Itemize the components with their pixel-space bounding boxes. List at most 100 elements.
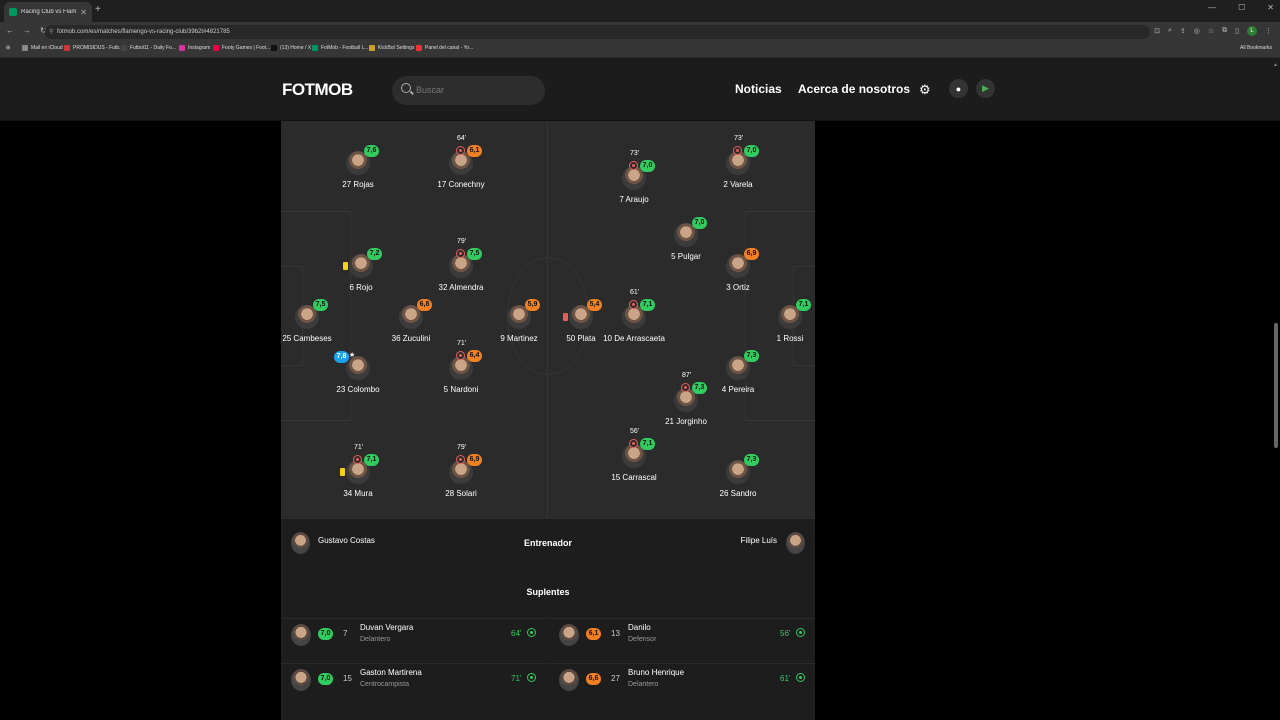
shirt-number: 15: [343, 674, 352, 683]
maximize-icon[interactable]: ☐: [1238, 3, 1245, 12]
apps-icon[interactable]: ⊞: [6, 45, 10, 51]
rating-badge: 6,1: [586, 628, 601, 640]
bench-row[interactable]: 7,0 15 Gaston Martirena Centrocampista 7…: [281, 663, 547, 697]
extension-icon[interactable]: ◎: [1194, 27, 1200, 35]
rating-badge: 7,1: [796, 299, 811, 311]
bench-row[interactable]: 6,1 13 Danilo Defensor 56': [549, 618, 815, 652]
rating-badge: 7,1: [640, 299, 655, 311]
search-input[interactable]: [416, 82, 536, 98]
player-position: Centrocampista: [360, 681, 410, 688]
profile-avatar[interactable]: L: [1247, 26, 1257, 36]
gear-icon[interactable]: ⚙: [919, 82, 931, 98]
lineup-details: Gustavo Costas Entrenador Filipe Luís Su…: [281, 519, 815, 720]
sub-off-icon: [629, 439, 638, 448]
bookmark-favicon-icon: [64, 45, 70, 51]
sub-off-icon: [456, 146, 465, 155]
nav-news[interactable]: Noticias: [735, 82, 782, 96]
close-window-icon[interactable]: ✕: [1267, 3, 1274, 12]
player-name: 5 Nardoni: [443, 385, 479, 394]
kickbot-icon: [369, 45, 375, 51]
scroll-up-icon[interactable]: ▲: [1273, 62, 1278, 68]
bookmark-item[interactable]: Futbol11 - Daily Fo...: [121, 45, 176, 51]
back-icon[interactable]: ←: [6, 26, 14, 35]
install-icon[interactable]: ⊡: [1154, 27, 1160, 35]
browser-tab[interactable]: Racing Club vs Flamengo - resul ✕: [4, 2, 92, 22]
player-name: 23 Colombo: [336, 385, 380, 394]
rating-badge: 7,0: [318, 628, 333, 640]
coach-section-title: Entrenador: [523, 538, 572, 548]
shirt-number: 27: [611, 674, 620, 683]
bench-row[interactable]: 7,0 7 Duvan Vergara Delantero 64': [281, 618, 547, 652]
nav-buttons: ← → ↻: [6, 26, 47, 35]
bookmark-item[interactable]: Instagram: [179, 45, 210, 51]
rating-badge: 7,3: [692, 382, 707, 394]
bookmark-item[interactable]: Footy Games | Foot...: [213, 45, 270, 51]
player-name: 10 De Arrascaeta: [603, 334, 665, 343]
zoom-icon[interactable]: ⌕: [1168, 27, 1172, 35]
sub-minute: 87': [682, 372, 692, 379]
sub-minute: 61': [780, 674, 791, 683]
forward-icon[interactable]: →: [23, 26, 31, 35]
bookmark-favicon-icon: [22, 45, 28, 51]
google-play-icon[interactable]: ▶: [976, 79, 995, 98]
bookmark-item[interactable]: KickBot Settings: [369, 45, 414, 51]
sub-in-icon: [527, 628, 536, 637]
sub-off-icon: [456, 249, 465, 258]
tab-title: Racing Club vs Flamengo - resul: [21, 9, 77, 15]
player-name: 21 Jorginho: [665, 417, 707, 426]
share-icon[interactable]: ⇪: [1180, 27, 1186, 35]
all-bookmarks[interactable]: All Bookmarks: [1240, 45, 1272, 51]
bookmark-item[interactable]: Panel del canal - Yo...: [416, 45, 473, 51]
bookmark-star-icon[interactable]: ☆: [1208, 27, 1214, 35]
rating-badge: 7,8: [334, 351, 349, 363]
menu-icon[interactable]: ⋮: [1265, 27, 1272, 35]
webpage: FOTMOB Noticias Acerca de nosotros ⚙ ● ▶…: [0, 58, 1280, 720]
minimize-icon[interactable]: —: [1208, 3, 1216, 12]
player-name: 34 Mura: [343, 489, 373, 498]
rating-badge: 7,0: [318, 673, 333, 685]
player-position: Defensor: [628, 636, 657, 643]
window-controls: — ☐ ✕: [1208, 3, 1274, 12]
star-icon: ★: [349, 352, 356, 359]
fotmob-favicon-icon: [9, 8, 17, 16]
site-header: FOTMOB Noticias Acerca de nosotros ⚙ ● ▶…: [0, 58, 1280, 121]
player-position: Delantero: [360, 636, 391, 643]
close-tab-icon[interactable]: ✕: [80, 8, 87, 17]
player-name: 1 Rossi: [776, 334, 804, 343]
bookmark-item[interactable]: FotMob - Football L...: [312, 45, 369, 51]
bookmark-item[interactable]: PROMISIDUS - Futb...: [64, 45, 123, 51]
rating-badge: 7,1: [364, 454, 379, 466]
coach-name-away[interactable]: Filipe Luís: [741, 536, 777, 545]
page-scrollbar[interactable]: [1274, 323, 1278, 448]
fotmob-logo[interactable]: FOTMOB: [282, 80, 353, 100]
rating-badge: 6,4: [467, 350, 482, 362]
extensions-puzzle-icon[interactable]: ⧉: [1222, 27, 1227, 35]
rating-badge: 6,9: [744, 248, 759, 260]
player-name: 28 Solari: [445, 489, 477, 498]
sub-minute: 73': [734, 135, 744, 142]
player-name: 7 Araujo: [619, 195, 649, 204]
site-info-icon[interactable]: ⚲: [49, 25, 53, 39]
player-name: Bruno Henrique: [628, 668, 685, 677]
bench-row[interactable]: 6,6 27 Bruno Henrique Delantero 61': [549, 663, 815, 697]
sub-off-icon: [456, 455, 465, 464]
player-name: 17 Conechny: [437, 180, 485, 189]
url-bar[interactable]: ⚲ fotmob.com/es/matches/flamengo-vs-raci…: [45, 25, 1150, 39]
player-name: 27 Rojas: [342, 180, 374, 189]
rating-badge: 7,0: [744, 145, 759, 157]
sidepanel-icon[interactable]: ▯: [1235, 27, 1239, 35]
nav-about[interactable]: Acerca de nosotros: [798, 82, 910, 96]
sub-in-icon: [796, 673, 805, 682]
player-name: 32 Almendra: [438, 283, 484, 292]
yellow-card-icon: [343, 262, 348, 270]
search-box[interactable]: [392, 76, 545, 105]
apple-icon[interactable]: ●: [949, 79, 968, 98]
new-tab-icon[interactable]: +: [95, 4, 101, 15]
sub-in-icon: [796, 628, 805, 637]
sub-minute: 56': [780, 629, 791, 638]
bookmark-favicon-icon: [213, 45, 219, 51]
bookmark-item[interactable]: Mail en iCloud: [22, 45, 63, 51]
bookmark-item[interactable]: (13) Home / X: [271, 45, 311, 51]
sub-minute: 71': [457, 340, 467, 347]
sub-off-icon: [629, 300, 638, 309]
